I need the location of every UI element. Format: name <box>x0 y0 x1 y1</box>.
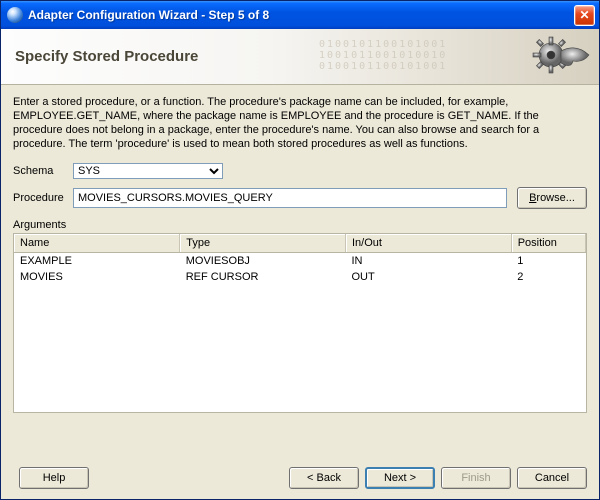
back-button[interactable]: < Back <box>289 467 359 489</box>
next-button[interactable]: Next > <box>365 467 435 489</box>
schema-select[interactable]: SYS <box>73 163 223 179</box>
col-header-position[interactable]: Position <box>511 234 585 253</box>
col-header-inout[interactable]: In/Out <box>345 234 511 253</box>
col-header-name[interactable]: Name <box>14 234 180 253</box>
cell-inout: IN <box>345 253 511 270</box>
cell-name: MOVIES <box>14 269 180 285</box>
procedure-label: Procedure <box>13 192 73 204</box>
col-header-type[interactable]: Type <box>180 234 346 253</box>
browse-button[interactable]: Browse... <box>517 187 587 209</box>
cell-inout: OUT <box>345 269 511 285</box>
window-title: Adapter Configuration Wizard - Step 5 of… <box>28 8 574 22</box>
procedure-row: Procedure Browse... <box>13 187 587 209</box>
finish-button: Finish <box>441 467 511 489</box>
titlebar: Adapter Configuration Wizard - Step 5 of… <box>1 1 599 29</box>
procedure-input[interactable] <box>73 188 507 208</box>
wizard-footer: Help < Back Next > Finish Cancel <box>1 457 599 499</box>
cell-name: EXAMPLE <box>14 253 180 270</box>
arguments-grid: Name Type In/Out Position EXAMPLE MOVIES… <box>13 233 587 413</box>
banner-decoration-digits: 0100101100101001 1001011001010010 010010… <box>319 39 519 79</box>
help-button[interactable]: Help <box>19 467 89 489</box>
cell-type: MOVIESOBJ <box>180 253 346 270</box>
schema-row: Schema SYS <box>13 163 587 179</box>
close-icon: ✕ <box>579 8 589 22</box>
schema-label: Schema <box>13 165 73 177</box>
grid-header-row: Name Type In/Out Position <box>14 234 586 253</box>
close-button[interactable]: ✕ <box>574 5 595 26</box>
cell-type: REF CURSOR <box>180 269 346 285</box>
description-text: Enter a stored procedure, or a function.… <box>13 95 587 151</box>
table-row[interactable]: EXAMPLE MOVIESOBJ IN 1 <box>14 253 586 270</box>
app-icon <box>7 7 23 23</box>
content-area: Enter a stored procedure, or a function.… <box>1 85 599 421</box>
page-heading: Specify Stored Procedure <box>15 48 198 65</box>
cell-position: 2 <box>511 269 585 285</box>
cancel-button[interactable]: Cancel <box>517 467 587 489</box>
gear-icon <box>531 33 591 81</box>
arguments-label: Arguments <box>13 219 587 231</box>
wizard-banner: Specify Stored Procedure 010010110010100… <box>1 29 599 85</box>
table-row[interactable]: MOVIES REF CURSOR OUT 2 <box>14 269 586 285</box>
cell-position: 1 <box>511 253 585 270</box>
